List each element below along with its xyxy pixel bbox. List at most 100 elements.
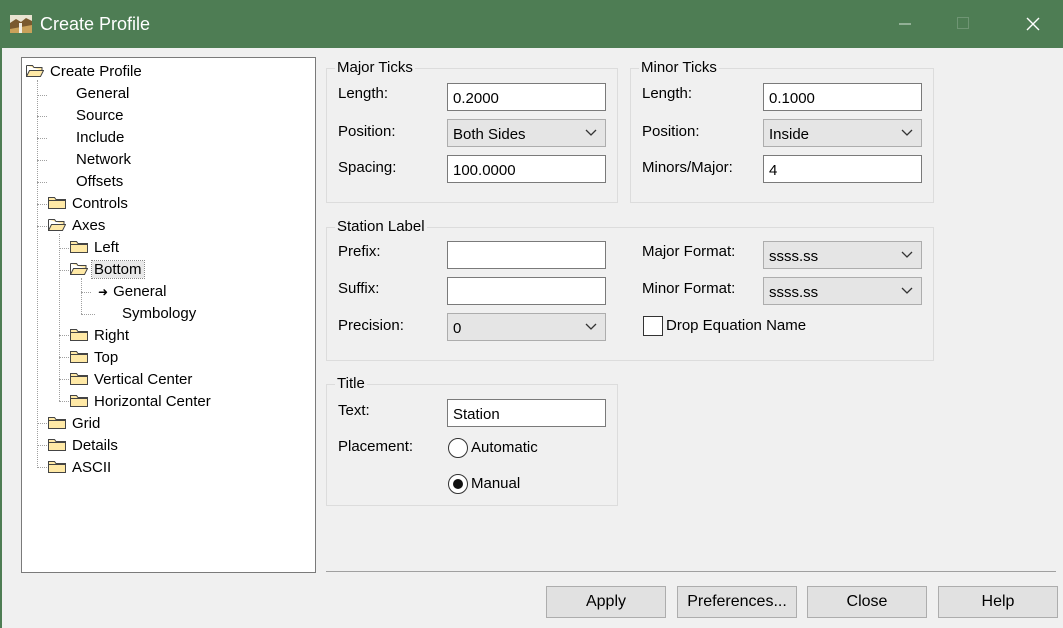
automatic-radio[interactable] [448,438,468,458]
major-position-label: Position: [338,123,396,140]
close-window-button[interactable] [1010,8,1056,40]
major-spacing-label: Spacing: [338,159,397,176]
tree-item-label: Vertical Center [94,371,193,388]
major-ticks-title: Major Ticks [335,59,415,76]
minors-per-major-input[interactable]: 4 [763,155,922,183]
tree-item-bottom-general[interactable]: ➜ General [98,282,168,302]
precision-select[interactable]: 0 [447,313,606,341]
tree-item-horizontal-center[interactable]: Horizontal Center [70,392,213,412]
drop-equation-checkbox[interactable] [643,316,663,336]
close-button[interactable]: Close [807,586,927,618]
minor-format-label: Minor Format: [642,280,736,297]
tree-item-vertical-center[interactable]: Vertical Center [70,370,194,390]
automatic-label[interactable]: Automatic [471,439,538,457]
tree-line [37,116,47,117]
suffix-input[interactable] [447,277,606,305]
tree-line [37,182,47,183]
tree-item-bottom-symbology[interactable]: Symbology [120,304,198,324]
folder-icon [48,416,66,429]
minimize-button[interactable] [882,8,928,40]
prefix-label: Prefix: [338,243,381,260]
tree-line [81,278,82,314]
tree-line [37,226,47,227]
tree-item-axes[interactable]: Axes [48,216,107,236]
tree-item-create-profile[interactable]: Create Profile [26,62,144,82]
major-position-select[interactable]: Both Sides [447,119,606,147]
tree-item-label: Bottom [91,260,145,279]
radio-selected-dot [453,479,463,489]
tree-line [59,335,69,336]
tree-item-top[interactable]: Top [70,348,120,368]
minor-length-input[interactable]: 0.1000 [763,83,922,111]
minor-ticks-title: Minor Ticks [639,59,719,76]
tree-item-label: Axes [72,217,106,234]
chevron-down-icon [901,287,913,295]
major-length-input[interactable]: 0.2000 [447,83,606,111]
minor-position-label: Position: [642,123,700,140]
folder-icon [70,328,88,341]
minor-position-select[interactable]: Inside [763,119,922,147]
prefix-input[interactable] [447,241,606,269]
chevron-down-icon [585,129,597,137]
manual-label[interactable]: Manual [471,475,520,493]
major-format-label: Major Format: [642,243,736,260]
apply-button[interactable]: Apply [546,586,666,618]
tree-item-general[interactable]: General [74,84,131,104]
placement-label: Placement: [338,438,414,455]
help-button[interactable]: Help [938,586,1058,618]
tree-item-left[interactable]: Left [70,238,121,258]
tree-item-label: ASCII [72,459,112,476]
tree-item-controls[interactable]: Controls [48,194,130,214]
tree-item-bottom[interactable]: Bottom [70,260,145,280]
folder-open-icon [48,218,66,231]
tree-line [59,248,69,249]
folder-icon [70,372,88,385]
folder-icon [70,350,88,363]
station-label-title: Station Label [335,218,427,235]
drop-equation-label[interactable]: Drop Equation Name [666,317,806,335]
tree-item-label: Offsets [76,173,124,190]
tree-item-label: Symbology [122,305,197,322]
tree-item-right[interactable]: Right [70,326,131,346]
tree-item-ascii[interactable]: ASCII [48,458,113,478]
manual-radio[interactable] [448,474,468,494]
close-icon [1026,17,1040,31]
tree-item-label: Left [94,239,120,256]
tree-item-offsets[interactable]: Offsets [74,172,125,192]
folder-icon [48,438,66,451]
major-format-select[interactable]: ssss.ss [763,241,922,269]
preferences-button[interactable]: Preferences... [677,586,797,618]
tree-item-label: Horizontal Center [94,393,211,410]
suffix-label: Suffix: [338,280,380,297]
maximize-button[interactable] [940,8,986,40]
tree-line [37,138,47,139]
minors-per-major-label: Minors/Major: [642,159,733,176]
tree-line [37,467,47,468]
folder-icon [48,460,66,473]
tree-item-source[interactable]: Source [74,106,126,126]
major-length-label: Length: [338,85,389,102]
tree-item-include[interactable]: Include [74,128,126,148]
tree-item-grid[interactable]: Grid [48,414,102,434]
tree-line [59,379,69,380]
current-page-arrow-icon: ➜ [98,285,109,299]
tree-item-details[interactable]: Details [48,436,120,456]
tree-line [37,445,47,446]
title-text-input[interactable]: Station [447,399,606,427]
maximize-icon [957,17,969,29]
minor-length-label: Length: [642,85,693,102]
app-icon [10,15,32,33]
tree-item-label: General [76,85,130,102]
tree-item-label: Source [76,107,124,124]
minor-position-value: Inside [769,126,810,143]
major-spacing-input[interactable]: 100.0000 [447,155,606,183]
tree-item-network[interactable]: Network [74,150,133,170]
tree-item-label: Details [72,437,118,454]
folder-icon [70,394,88,407]
navigation-tree[interactable]: Create Profile General Source Include Ne… [21,57,316,573]
folder-open-icon [70,262,88,275]
minor-format-select[interactable]: ssss.ss [763,277,922,305]
window-border [0,48,2,628]
tree-item-label: Grid [72,415,101,432]
tree-line [59,234,60,401]
